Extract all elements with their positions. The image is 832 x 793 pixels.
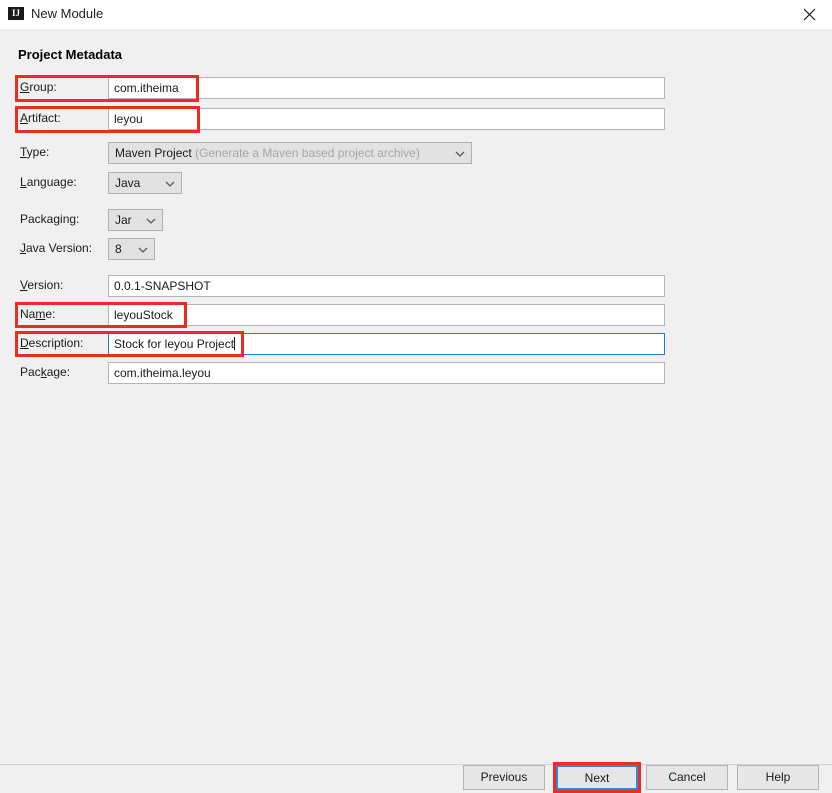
label-package: Package: — [20, 365, 71, 379]
chevron-down-icon — [146, 210, 156, 230]
chevron-down-icon — [455, 143, 465, 163]
close-icon[interactable] — [786, 0, 832, 29]
description-input[interactable]: Stock for leyou Project — [108, 333, 665, 355]
window-title: New Module — [31, 6, 104, 21]
group-input[interactable]: com.itheima — [108, 77, 665, 99]
label-version: Version: — [20, 278, 64, 292]
label-language: Language: — [20, 175, 77, 189]
label-type: Type: — [20, 145, 50, 159]
text-caret — [234, 337, 236, 350]
language-value: Java — [115, 176, 141, 190]
window-titlebar: IJ New Module — [0, 0, 832, 29]
dialog-content: Project Metadata Group: com.itheima Arti… — [0, 29, 832, 793]
chevron-down-icon — [165, 173, 175, 193]
java-version-combobox[interactable]: 8 — [108, 238, 155, 260]
name-input[interactable]: leyouStock — [108, 304, 665, 326]
artifact-input[interactable]: leyou — [108, 108, 665, 130]
label-java-version: Java Version: — [20, 241, 93, 255]
label-artifact: Artifact: — [20, 111, 61, 125]
package-input[interactable]: com.itheima.leyou — [108, 362, 665, 384]
label-packaging: Packaging: — [20, 212, 80, 226]
intellij-idea-icon: IJ — [8, 7, 24, 23]
version-input[interactable]: 0.0.1-SNAPSHOT — [108, 275, 665, 297]
type-value: Maven Project — [115, 146, 192, 160]
type-hint: (Generate a Maven based project archive) — [195, 146, 420, 160]
java-version-value: 8 — [115, 242, 122, 256]
chevron-down-icon — [138, 239, 148, 259]
label-name: Name: — [20, 307, 56, 321]
label-description: Description: — [20, 336, 84, 350]
packaging-value: Jar — [115, 213, 132, 227]
label-group: Group: — [20, 80, 57, 94]
packaging-combobox[interactable]: Jar — [108, 209, 163, 231]
description-value: Stock for leyou Project — [114, 337, 235, 351]
page-title: Project Metadata — [18, 47, 123, 62]
type-combobox[interactable]: Maven Project (Generate a Maven based pr… — [108, 142, 472, 164]
language-combobox[interactable]: Java — [108, 172, 182, 194]
